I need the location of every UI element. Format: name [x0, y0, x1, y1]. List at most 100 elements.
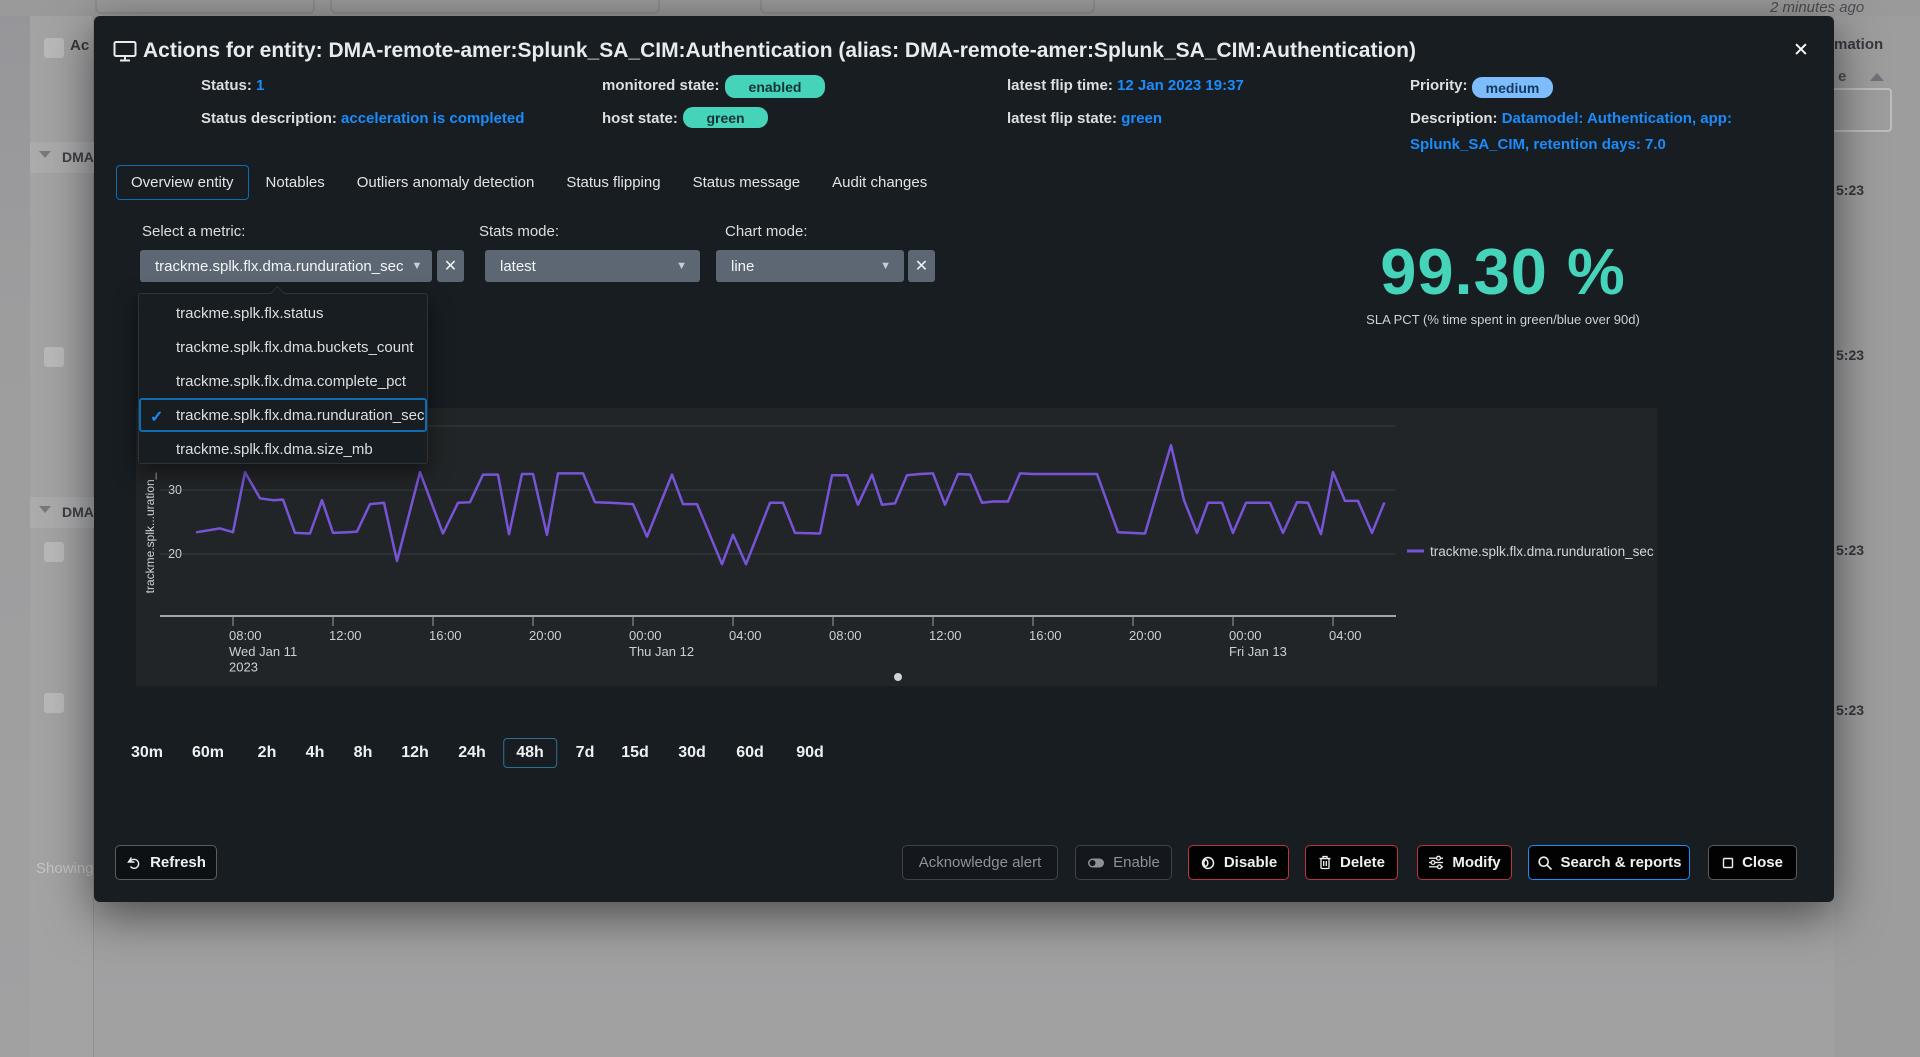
- metric-clear-button[interactable]: ✕: [437, 250, 464, 282]
- stats-mode-select[interactable]: latest▼: [485, 250, 700, 282]
- priority-badge: medium: [1472, 77, 1553, 98]
- svg-text:04:00: 04:00: [729, 628, 762, 643]
- host-state-badge: green: [683, 107, 768, 128]
- check-icon: ✓: [150, 407, 163, 427]
- svg-text:trackme.splk...uration_: trackme.splk...uration_: [143, 472, 157, 593]
- tab-status-flipping[interactable]: Status flipping: [551, 165, 675, 200]
- acknowledge-button[interactable]: Acknowledge alert: [902, 845, 1058, 880]
- range-90d[interactable]: 90d: [796, 738, 824, 768]
- range-2h[interactable]: 2h: [258, 738, 277, 768]
- range-60d[interactable]: 60d: [736, 738, 764, 768]
- modify-button[interactable]: Modify: [1417, 845, 1512, 880]
- background-column-header-right: mation: [1834, 36, 1883, 53]
- svg-text:2023: 2023: [229, 660, 258, 675]
- chart-mode-label: Chart mode:: [725, 223, 808, 240]
- latest-flip-time-field: latest flip time: 12 Jan 2023 19:37: [1007, 77, 1244, 94]
- range-8h[interactable]: 8h: [354, 738, 373, 768]
- svg-text:00:00: 00:00: [1229, 628, 1262, 643]
- svg-text:Fri Jan 13: Fri Jan 13: [1229, 644, 1287, 659]
- metric-dropdown-popup: trackme.splk.flx.statustrackme.splk.flx.…: [138, 293, 428, 464]
- refresh-icon: [126, 855, 142, 871]
- monitored-state-label: monitored state:: [602, 77, 720, 94]
- range-48h[interactable]: 48h: [503, 738, 557, 768]
- range-7d[interactable]: 7d: [576, 738, 595, 768]
- svg-text:00:00: 00:00: [629, 628, 662, 643]
- svg-text:30: 30: [168, 483, 182, 497]
- background-timestamp: 5:23: [1836, 347, 1864, 363]
- svg-text:20: 20: [168, 547, 182, 561]
- status-field: Status: 1: [201, 77, 264, 94]
- description-field: Description: Datamodel: Authentication, …: [1410, 106, 1766, 158]
- background-timestamp: 5:23: [1836, 182, 1864, 198]
- background-table-right-column: [1834, 16, 1920, 1057]
- background-timestamp: 5:23: [1836, 542, 1864, 558]
- svg-text:Thu Jan 12: Thu Jan 12: [629, 644, 694, 659]
- svg-text:20:00: 20:00: [1129, 628, 1162, 643]
- chevron-down-icon: [39, 506, 51, 513]
- search-icon: [1537, 855, 1553, 871]
- metric-option[interactable]: trackme.splk.flx.status: [139, 296, 427, 330]
- svg-text:08:00: 08:00: [829, 628, 862, 643]
- svg-text:20:00: 20:00: [529, 628, 562, 643]
- range-12h[interactable]: 12h: [401, 738, 429, 768]
- sla-block: 99.30 % SLA PCT (% time spent in green/b…: [1303, 234, 1703, 327]
- range-15d[interactable]: 15d: [621, 738, 649, 768]
- modal-title: Actions for entity: DMA-remote-amer:Splu…: [143, 39, 1416, 63]
- modal-tabs: Overview entityNotablesOutliers anomaly …: [116, 165, 942, 200]
- metric-option[interactable]: trackme.splk.flx.dma.size_mb: [139, 432, 427, 466]
- background-showing-label: Showing: [36, 860, 94, 877]
- sla-caption: SLA PCT (% time spent in green/blue over…: [1303, 312, 1703, 327]
- latest-flip-state-field: latest flip state: green: [1007, 110, 1162, 127]
- host-state-label: host state:: [602, 110, 678, 127]
- screen: 2 minutes ago Ac DMADMA Showing mation e…: [0, 0, 1920, 1057]
- delete-button[interactable]: Delete: [1305, 845, 1398, 880]
- close-icon[interactable]: ✕: [1788, 38, 1814, 64]
- background-toolbar-button: [330, 0, 660, 14]
- background-timestamp: 5:23: [1836, 702, 1864, 718]
- metric-select[interactable]: trackme.splk.flx.dma.runduration_sec▼: [140, 250, 432, 282]
- chart-mode-select[interactable]: line▼: [716, 250, 904, 282]
- close-button[interactable]: Close: [1708, 845, 1797, 880]
- range-4h[interactable]: 4h: [306, 738, 325, 768]
- background-relative-time: 2 minutes ago: [1770, 0, 1864, 16]
- sort-arrow-icon: [1870, 73, 1884, 81]
- background-column-header-left: Ac: [70, 37, 89, 54]
- priority-label: Priority:: [1410, 77, 1468, 94]
- sliders-icon: [1428, 855, 1444, 870]
- refresh-button[interactable]: Refresh: [115, 845, 217, 880]
- svg-text:Wed Jan 11: Wed Jan 11: [229, 644, 297, 659]
- metric-option[interactable]: trackme.splk.flx.dma.buckets_count: [139, 330, 427, 364]
- enable-button[interactable]: Enable: [1075, 845, 1172, 880]
- range-60m[interactable]: 60m: [192, 738, 224, 768]
- tab-audit-changes[interactable]: Audit changes: [817, 165, 942, 200]
- disable-button[interactable]: Disable: [1188, 845, 1289, 880]
- carousel-dot[interactable]: [894, 673, 902, 681]
- chevron-down-icon: ▼: [676, 260, 687, 272]
- svg-text:12:00: 12:00: [329, 628, 362, 643]
- stats-mode-label: Stats mode:: [479, 223, 559, 240]
- status-description-field: Status description: acceleration is comp…: [201, 110, 524, 127]
- tab-notables[interactable]: Notables: [251, 165, 340, 200]
- square-icon: [1722, 857, 1734, 869]
- svg-text:16:00: 16:00: [429, 628, 462, 643]
- range-30m[interactable]: 30m: [131, 738, 163, 768]
- metric-option-selected[interactable]: ✓trackme.splk.flx.dma.runduration_sec: [139, 398, 427, 432]
- tab-outliers-anomaly-detection[interactable]: Outliers anomaly detection: [342, 165, 550, 200]
- toggle-on-icon: [1087, 857, 1105, 869]
- chart-mode-clear-button[interactable]: ✕: [908, 250, 935, 282]
- entity-actions-modal: Actions for entity: DMA-remote-amer:Splu…: [94, 16, 1834, 902]
- tab-overview-entity[interactable]: Overview entity: [116, 165, 249, 200]
- metric-select-label: Select a metric:: [142, 223, 245, 240]
- metric-option[interactable]: trackme.splk.flx.dma.complete_pct: [139, 364, 427, 398]
- range-24h[interactable]: 24h: [458, 738, 486, 768]
- background-toolbar-button: [760, 0, 1095, 14]
- background-row-checkbox: [44, 347, 64, 367]
- search-button[interactable]: Search & reports: [1528, 845, 1690, 880]
- svg-text:08:00: 08:00: [229, 628, 262, 643]
- background-row-checkbox: [44, 542, 64, 562]
- trash-icon: [1318, 855, 1332, 870]
- background-row-checkbox: [44, 693, 64, 713]
- background-group-row: DMA: [30, 497, 100, 528]
- range-30d[interactable]: 30d: [678, 738, 706, 768]
- tab-status-message[interactable]: Status message: [678, 165, 816, 200]
